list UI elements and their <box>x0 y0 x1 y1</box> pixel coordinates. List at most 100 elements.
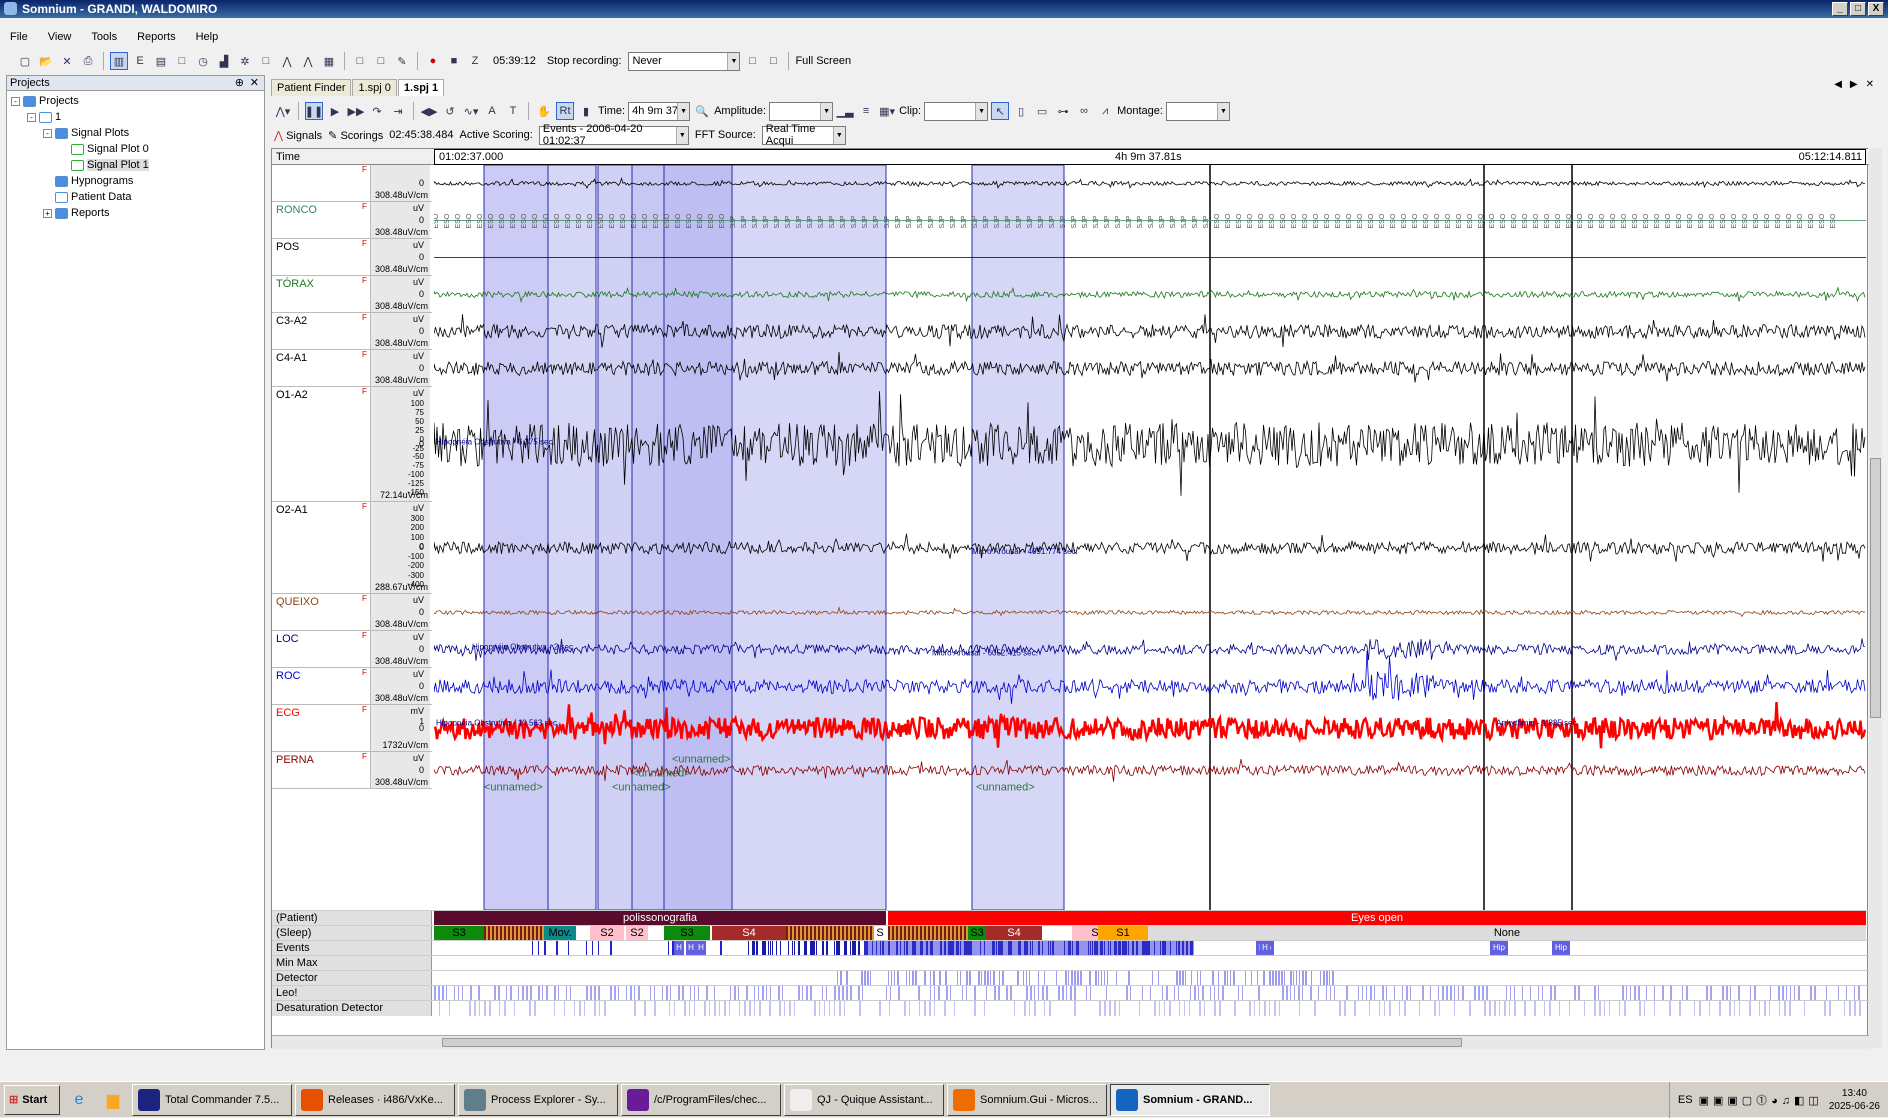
full-screen-button[interactable]: Full Screen <box>795 55 851 67</box>
hand-icon[interactable]: ✋ <box>535 102 553 120</box>
cursor-line-icon[interactable]: ▯ <box>1012 102 1030 120</box>
chevron-right-icon[interactable]: ▶ <box>1850 79 1858 90</box>
annotation-label[interactable]: Micro Arousal - 6052.415 sec. <box>932 649 1038 658</box>
menu-file[interactable]: File <box>0 28 38 46</box>
highlight-region[interactable] <box>631 165 665 910</box>
sleep-stage[interactable]: S <box>874 926 886 941</box>
maximize-button[interactable]: □ <box>1850 2 1866 16</box>
signal-plot[interactable]: Time 01:02:37.000 4h 9m 37.81s 05:12:14.… <box>271 148 1869 1049</box>
event-label[interactable]: H <box>686 941 696 956</box>
channel-label[interactable]: C4-A1 FuV 0 308.48uV/cm <box>272 350 432 387</box>
close-icon[interactable]: ✕ <box>250 76 259 90</box>
record-icon[interactable]: ● <box>424 52 442 70</box>
expander-icon[interactable]: - <box>11 96 20 106</box>
detector-row-track[interactable] <box>434 971 1866 986</box>
amplitude-select[interactable]: ▼ <box>769 101 834 121</box>
taskbar-task[interactable]: QJ - Quique Assistant... <box>784 1083 944 1116</box>
channel-label[interactable]: O2-A1 FuV 0 288.67uV/cm 300 200 100 0 -100 -200 -3… <box>272 502 432 594</box>
tray-clock[interactable]: 13:40 2025-06-26 <box>1829 1087 1880 1113</box>
tree-item[interactable]: -1 <box>7 109 264 125</box>
desaturation-row-track[interactable] <box>434 1001 1866 1016</box>
table-icon[interactable]: ▤ <box>152 52 170 70</box>
sleep-stage[interactable]: S3 <box>968 926 986 941</box>
layout-icon[interactable]: ▥ <box>110 52 128 70</box>
scorings-button[interactable]: ✎ Scorings <box>328 129 383 142</box>
annotation-label[interactable]: Arrhythmia - 1.835 sec. <box>1496 719 1579 728</box>
lines-icon[interactable]: ≡ <box>857 102 875 120</box>
sleep-row-track[interactable]: S3Mov.S2S2S3S4SS3S4S2S1None <box>434 926 1866 941</box>
tree-item[interactable]: - Projects <box>7 93 264 109</box>
sleep-stage[interactable]: S4 <box>712 926 786 941</box>
taskbar-task[interactable]: Releases · i486/VxKe... <box>295 1083 455 1116</box>
channel-label[interactable]: LOC FuV 0 308.48uV/cm <box>272 631 432 668</box>
fast-forward-icon[interactable]: ▶▶ <box>347 102 365 120</box>
annotation-label[interactable]: Micro Arousal - 4091.774 sec. <box>972 547 1078 556</box>
blank-icon[interactable]: □ <box>173 52 191 70</box>
horizontal-scrollbar[interactable] <box>272 1035 1869 1049</box>
chevron-down-icon[interactable]: ▼ <box>677 102 690 120</box>
square2-icon[interactable]: □ <box>764 52 782 70</box>
chevron-left-icon[interactable]: ◀ <box>1834 79 1842 90</box>
sleep-stage[interactable]: Mov. <box>544 926 576 941</box>
annotation-label[interactable]: <unnamed> <box>632 768 691 780</box>
tab-spj-1[interactable]: 1.spj 1 <box>397 79 445 96</box>
stop-recording-select[interactable]: Never ▼ <box>628 51 741 71</box>
taskbar-task[interactable]: /c/ProgramFiles/chec... <box>621 1083 781 1116</box>
signal-icon[interactable]: ⋀ <box>278 52 296 70</box>
tree-item[interactable]: Patient Data <box>7 189 264 205</box>
event-band[interactable] <box>864 941 1194 956</box>
channel-label[interactable]: TÓRAX FuV 0 308.48uV/cm <box>272 276 432 313</box>
rt-icon[interactable]: Rt <box>556 102 574 120</box>
sleep-stage[interactable]: S3 <box>434 926 484 941</box>
timer-icon[interactable]: Z <box>466 52 484 70</box>
taskbar-task[interactable]: Process Explorer - Sy... <box>458 1083 618 1116</box>
tab-spj-0[interactable]: 1.spj 0 <box>352 79 397 96</box>
signal2-icon[interactable]: ⋀ <box>299 52 317 70</box>
chevron-down-icon[interactable]: ▼ <box>675 126 688 144</box>
event-label[interactable]: H <box>674 941 684 956</box>
signal-traces[interactable]: ESO ESO ESO ESO ESO ESO ESO ESO ESO ESO ESO ESO ESO E… <box>434 165 1866 910</box>
wave-icon[interactable]: ∿▾ <box>462 102 480 120</box>
pointer-icon[interactable]: ↖ <box>991 102 1010 120</box>
chevron-down-icon[interactable]: ▼ <box>975 102 988 120</box>
spectrum-icon[interactable]: ⩘ <box>1096 102 1114 120</box>
step-icon[interactable]: ↷ <box>368 102 386 120</box>
marker-icon[interactable]: ◀▶ <box>420 102 438 120</box>
time-ruler-bar[interactable]: 01:02:37.000 4h 9m 37.81s 05:12:14.811 <box>434 149 1866 165</box>
expander-icon[interactable]: + <box>43 208 52 218</box>
sleep-stage[interactable]: S1 <box>1098 926 1148 941</box>
filter-icon[interactable]: T <box>504 102 522 120</box>
channel-label[interactable]: ROC FuV 0 308.48uV/cm <box>272 668 432 705</box>
tab-patient-finder[interactable]: Patient Finder <box>271 79 352 96</box>
zoom-icon[interactable]: 🔍 <box>693 102 711 120</box>
annotation-label[interactable]: <unnamed> <box>672 754 731 766</box>
chart-icon[interactable]: ▟ <box>215 52 233 70</box>
highlight-region[interactable] <box>597 165 633 910</box>
bars-icon[interactable]: ▁▃ <box>836 102 854 120</box>
time-select[interactable]: 4h 9m 37.8 ▼ <box>628 101 691 121</box>
chevron-down-icon[interactable]: ▼ <box>820 102 833 120</box>
highlight-region[interactable] <box>663 165 733 910</box>
taskbar-task[interactable]: Total Commander 7.5... <box>132 1083 292 1116</box>
taskbar-task[interactable]: Somnium.Gui - Micros... <box>947 1083 1107 1116</box>
tree-item[interactable]: Hypnograms <box>7 173 264 189</box>
close-tab-icon[interactable]: ✕ <box>1866 79 1874 90</box>
signal-menu-icon[interactable]: ⋀▾ <box>274 102 292 120</box>
highlight-region[interactable] <box>547 165 597 910</box>
active-scoring-select[interactable]: Events - 2006-04-20 01:02:37 ▼ <box>538 123 689 147</box>
horizontal-scroll-thumb[interactable] <box>442 1038 1462 1047</box>
leo-row-track[interactable] <box>434 986 1866 1001</box>
clip-select[interactable]: ▼ <box>924 101 989 121</box>
sleep-stage[interactable]: S3 <box>664 926 710 941</box>
event-label[interactable]: H <box>1260 941 1270 956</box>
highlight-region[interactable] <box>731 165 887 910</box>
chevron-down-icon[interactable]: ▼ <box>832 126 845 144</box>
channel-label[interactable]: O1-A2 FuV 0 72.14uV/cm 100 75 50 25 0 -25 -50 -75 -1… <box>272 387 432 502</box>
event-label[interactable]: Hip <box>1552 941 1570 956</box>
channel-label[interactable]: POS FuV 0 308.48uV/cm <box>272 239 432 276</box>
frame2-icon[interactable]: □ <box>372 52 390 70</box>
square-icon[interactable]: □ <box>743 52 761 70</box>
annotation-label[interactable]: <unnamed> <box>976 782 1035 794</box>
highlight-region[interactable] <box>483 165 549 910</box>
channel-label[interactable]: PERNA FuV 0 308.48uV/cm <box>272 752 432 789</box>
